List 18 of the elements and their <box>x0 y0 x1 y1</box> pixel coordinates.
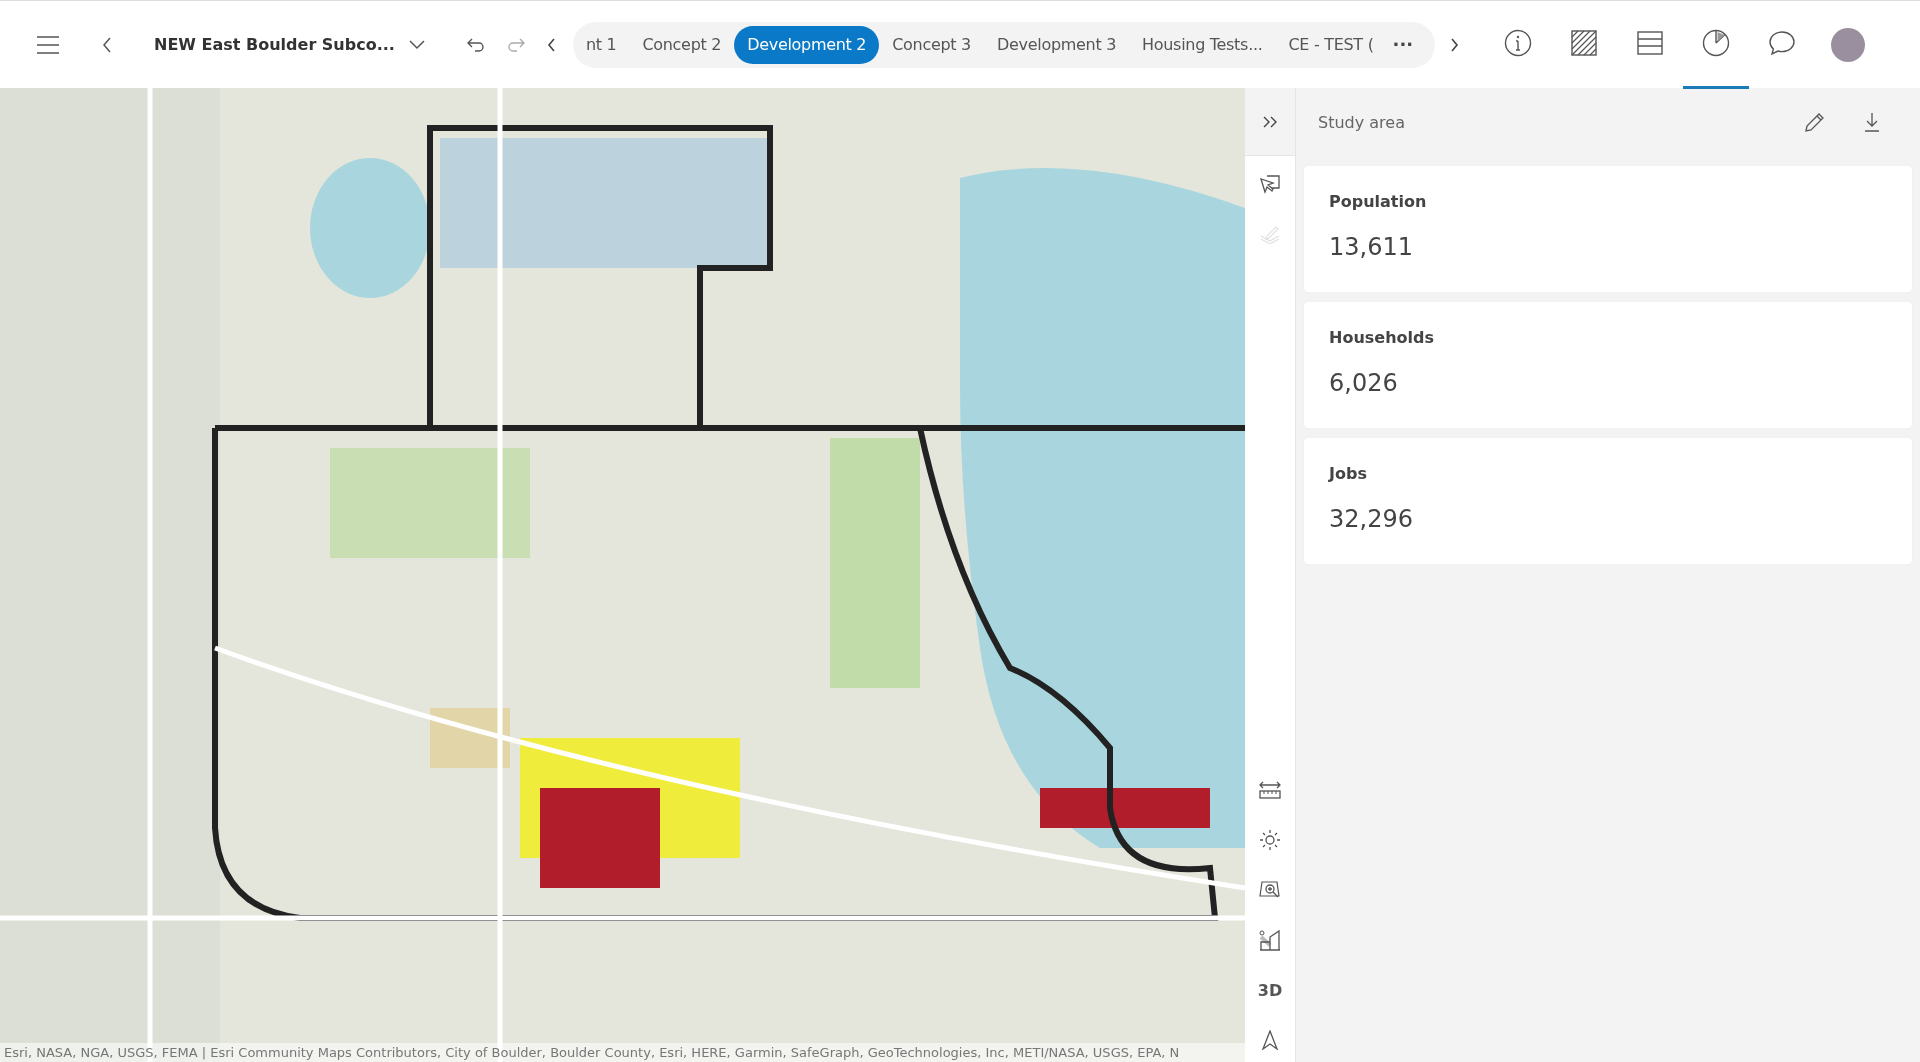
scenario-tab[interactable]: Development 2 <box>734 25 880 64</box>
stat-label: Jobs <box>1329 464 1368 483</box>
scenario-tab[interactable]: Development 3 <box>984 25 1130 64</box>
stat-value: 32,296 <box>1329 505 1414 533</box>
scenario-tab[interactable]: Housing Tests... <box>1129 25 1276 64</box>
stat-value: 6,026 <box>1329 369 1399 397</box>
stat-label: Households <box>1329 328 1435 347</box>
stat-value: 13,611 <box>1329 233 1414 261</box>
scenario-tab[interactable]: Concept 3 <box>879 25 984 64</box>
panel-title: Study area <box>1318 112 1406 132</box>
scenario-tab[interactable]: CE - TEST ( <box>1275 25 1387 64</box>
scenario-tab[interactable]: Concept 2 <box>629 25 735 64</box>
more-button[interactable]: ··· <box>1386 34 1420 55</box>
map-attribution: Esri, NASA, NGA, USGS, FEMA | Esri Community Maps Contributors, City of Boulder, Boulder County, Esri, HERE, Garmin, SafeGraph, GeoTechnologies, Inc, METI/NASA, USGS, EPA, N <box>0 1043 1245 1062</box>
scenario-tab[interactable]: nt 1 <box>572 25 630 64</box>
map-tool-button[interactable]: 3D <box>1250 968 1290 1012</box>
stat-label: Population <box>1329 192 1428 211</box>
project-title-dropdown[interactable]: NEW East Boulder Subco... <box>148 29 431 60</box>
